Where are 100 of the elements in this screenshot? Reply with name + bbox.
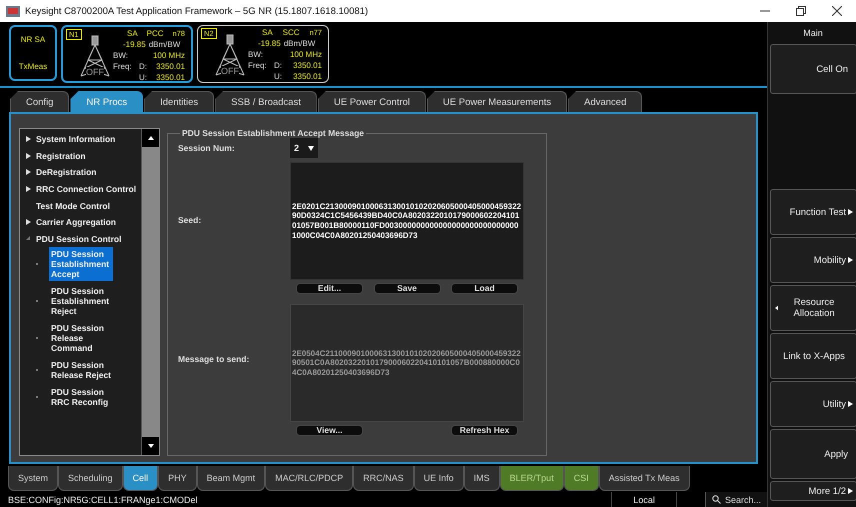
softkey[interactable]: Cell On (770, 44, 856, 94)
dl-frequency: 3350.01 (155, 61, 185, 72)
seed-field[interactable]: 2E0201C2130009010006313001010202060500040500045932290D0324C1C5456439BD40C0A802032201017900060220410101057B001B80000110FD0030000000000000000000000000001000C04C0A80201250403696D73 (290, 162, 524, 280)
tab[interactable]: SSB / Broadcast (215, 91, 317, 112)
tab[interactable]: Scheduling (58, 466, 123, 491)
cell-state: OFF (86, 67, 104, 77)
search-button[interactable]: Search... (704, 492, 768, 507)
field-label: Message to send: (178, 354, 250, 364)
softkey[interactable]: More 1/2 (770, 481, 856, 501)
up-arrow-icon (148, 136, 154, 140)
expand-icon[interactable] (26, 219, 30, 226)
cell-state: OFF (221, 66, 239, 76)
ul-frequency: 3350.01 (155, 72, 185, 83)
tab[interactable]: Cell (122, 466, 158, 491)
tree-item[interactable]: PDU Session Control (20, 230, 141, 248)
ul-label: U: (273, 71, 283, 82)
expand-icon[interactable] (26, 136, 30, 142)
submenu-arrow-icon (848, 209, 853, 215)
tab[interactable]: IMS (464, 466, 500, 491)
tab[interactable]: Beam Mgmt (196, 466, 266, 491)
softkey[interactable]: Function Test (770, 189, 856, 235)
group-title: PDU Session Establishment Accept Message (181, 128, 366, 138)
restore-icon[interactable] (796, 6, 806, 16)
expand-icon[interactable] (26, 152, 30, 159)
dl-label: D: (138, 61, 148, 72)
mode-panel[interactable]: NR SA TxMeas (9, 25, 57, 81)
tab[interactable]: System (8, 466, 58, 491)
softkey[interactable]: Utility (770, 381, 856, 427)
tree-item[interactable]: PDU Session Establishment Reject (49, 284, 113, 318)
caret-icon (308, 146, 314, 150)
freq-label: Freq: (113, 61, 133, 72)
tree-item[interactable]: PDU Session Release Reject (49, 358, 113, 382)
cell-mode: SA (262, 27, 273, 38)
field-label: Session Num: (178, 143, 236, 153)
tree-item[interactable]: PDU Session Establishment Accept (49, 247, 113, 282)
tab[interactable]: UE Power Measurements (426, 91, 568, 112)
mode-label: TxMeas (18, 62, 48, 71)
panel-title: Main (802, 27, 824, 40)
bw-label: BW: (113, 50, 129, 61)
expand-icon[interactable] (26, 186, 30, 192)
ul-label: U: (138, 72, 148, 83)
field-label: Seed: (178, 215, 202, 225)
submenu-arrow-icon (848, 488, 853, 494)
cell-role: SCC (282, 27, 300, 38)
window-title: Keysight C8700200A Test Application Framework – 5G NR (15.1807.1618.10081) (25, 6, 368, 16)
collapse-icon[interactable] (26, 236, 30, 242)
down-arrow-icon (148, 444, 154, 448)
seed-button[interactable]: Load (451, 282, 518, 294)
tree-item[interactable]: System Information (20, 131, 141, 148)
dl-frequency: 3350.01 (292, 60, 322, 71)
search-icon (712, 495, 721, 504)
scroll-up-button[interactable] (142, 129, 159, 147)
tree-item[interactable]: Test Mode Control (20, 197, 141, 214)
dl-label: D: (273, 60, 283, 71)
power-unit: dBm/BW (148, 39, 180, 50)
remote-mode: Local (632, 494, 656, 504)
message-button[interactable]: View... (296, 424, 363, 436)
power-unit: dBm/BW (284, 38, 316, 49)
tab[interactable]: Identities (144, 91, 214, 112)
seed-button[interactable]: Edit... (296, 282, 363, 294)
submenu-arrow-icon (848, 401, 853, 407)
seed-button[interactable]: Save (374, 282, 440, 294)
cell-power: -19.85 (258, 38, 281, 49)
cell-power: -19.85 (123, 39, 146, 50)
expand-icon[interactable] (26, 169, 30, 176)
cell-role: PCC (146, 28, 164, 39)
tree-item[interactable]: PDU Session RRC Reconfig (49, 385, 113, 410)
softkey[interactable]: Apply (770, 429, 856, 479)
scroll-down-button[interactable] (142, 437, 159, 455)
tab[interactable]: Advanced (568, 91, 642, 112)
tab[interactable]: PHY (158, 466, 197, 491)
tree-item[interactable]: PDU Session Release Command (49, 321, 113, 356)
bw-value: 100 MHz (288, 49, 322, 60)
bw-value: 100 MHz (152, 50, 185, 61)
tree-item[interactable]: RRC Connection Control (20, 180, 141, 198)
freq-label: Freq: (248, 60, 268, 71)
scrollbar[interactable] (141, 129, 159, 455)
message-field[interactable]: 2E0504C2110009010006313001010202060500040500045932290501C0A802032201017900060220410101057B000880000C04C0A80201250403696D73 (290, 304, 524, 422)
message-button[interactable]: Refresh Hex (451, 424, 518, 436)
softkey[interactable]: Link to X-Apps (770, 333, 856, 379)
softkey[interactable]: Resource Allocation (770, 285, 856, 331)
tab[interactable]: UE Power Control (318, 91, 426, 112)
mode-label: NR SA (20, 35, 46, 44)
tab[interactable]: RRC/NAS (353, 466, 414, 491)
softkey[interactable]: Mobility (770, 237, 856, 283)
tab[interactable]: NR Procs (70, 91, 144, 112)
tree-item[interactable]: Registration (20, 148, 141, 164)
scpi-command: BSE:CONFig:NR5G:CELL1:FRANge1:CMODel (7, 494, 199, 504)
cell-mode: SA (127, 28, 138, 39)
tree-item[interactable]: DeRegistration (20, 164, 141, 181)
ul-frequency: 3350.01 (292, 71, 322, 82)
tab[interactable]: UE Info (414, 466, 464, 491)
close-icon[interactable] (832, 6, 842, 16)
back-arrow-icon (775, 305, 778, 311)
tab[interactable]: Assisted Tx Meas (598, 466, 690, 491)
session-dropdown[interactable]: 2 (290, 138, 318, 158)
tree-item[interactable]: Carrier Aggregation (20, 214, 141, 231)
tab[interactable]: Config (10, 91, 70, 112)
app-icon (6, 6, 20, 16)
tab[interactable]: MAC/RLC/PDCP (265, 466, 354, 491)
